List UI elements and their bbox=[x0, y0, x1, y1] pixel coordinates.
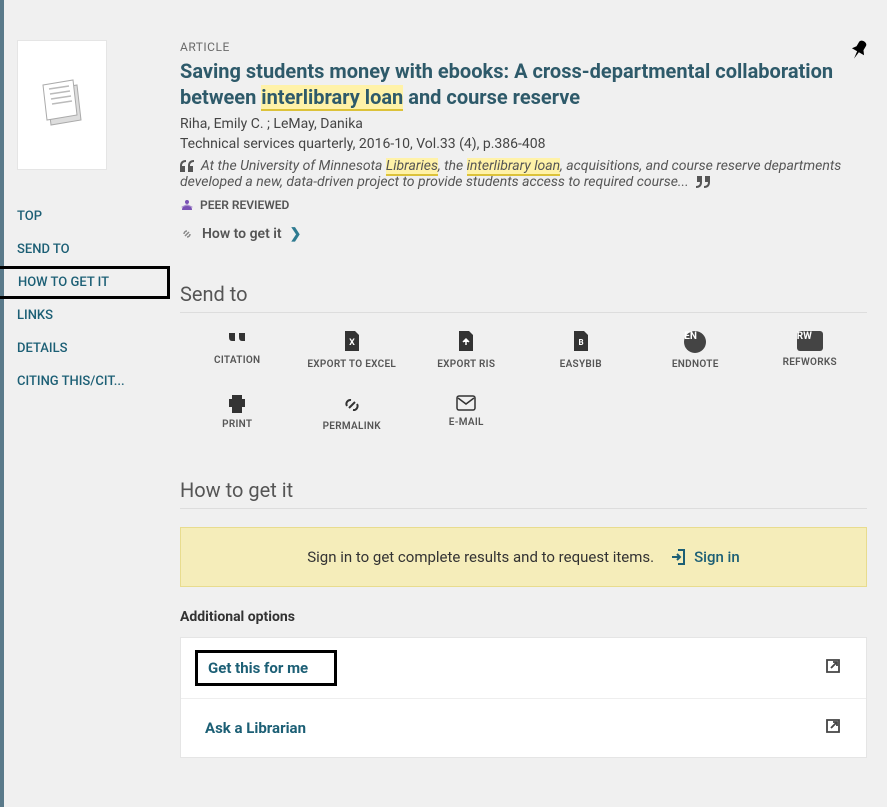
section-nav: TOP SEND TO HOW TO GET IT LINKS DETAILS … bbox=[12, 200, 170, 398]
nav-top[interactable]: TOP bbox=[12, 200, 170, 233]
send-to-heading: Send to bbox=[180, 282, 867, 313]
refworks-icon: RW bbox=[797, 331, 823, 351]
excel-icon: X bbox=[343, 331, 361, 353]
additional-options-card: Get this for me Ask a Librarian bbox=[180, 637, 867, 758]
svg-text:B: B bbox=[578, 338, 583, 347]
external-link-icon bbox=[824, 657, 842, 679]
record-source: Technical services quarterly, 2016-10, V… bbox=[180, 136, 867, 152]
banner-text: Sign in to get complete results and to r… bbox=[307, 548, 654, 566]
easybib-icon: B bbox=[572, 331, 590, 353]
link-icon bbox=[180, 227, 194, 241]
print-icon bbox=[227, 395, 247, 413]
record-snippet: At the University of Minnesota Libraries… bbox=[180, 158, 867, 190]
nav-links[interactable]: LINKS bbox=[12, 299, 170, 332]
nav-citing[interactable]: CITING THIS/CIT... bbox=[12, 365, 170, 398]
sign-in-link[interactable]: Sign in bbox=[670, 548, 740, 566]
sign-in-icon bbox=[670, 548, 688, 566]
record-thumbnail bbox=[17, 40, 107, 170]
citation-icon bbox=[227, 331, 247, 349]
send-endnote[interactable]: EN ENDNOTE bbox=[638, 331, 753, 371]
how-to-get-it-link[interactable]: How to get it ❯ bbox=[180, 226, 867, 242]
send-easybib[interactable]: B EASYBIB bbox=[524, 331, 639, 371]
document-stack-icon bbox=[37, 75, 87, 135]
nav-details[interactable]: DETAILS bbox=[12, 332, 170, 365]
ris-icon bbox=[457, 331, 475, 353]
send-citation[interactable]: CITATION bbox=[180, 331, 295, 371]
chevron-right-icon: ❯ bbox=[290, 226, 302, 242]
sign-in-banner: Sign in to get complete results and to r… bbox=[180, 527, 867, 587]
send-export-excel[interactable]: X EXPORT TO EXCEL bbox=[295, 331, 410, 371]
external-link-icon bbox=[824, 717, 842, 739]
how-to-get-it-heading: How to get it bbox=[180, 478, 867, 509]
send-export-ris[interactable]: EXPORT RIS bbox=[409, 331, 524, 371]
send-to-grid: CITATION X EXPORT TO EXCEL EXPORT RIS B … bbox=[180, 331, 867, 433]
permalink-icon bbox=[342, 395, 362, 415]
send-permalink[interactable]: PERMALINK bbox=[295, 395, 410, 433]
option-get-this[interactable]: Get this for me bbox=[181, 638, 866, 699]
record-authors: Riha, Emily C. ; LeMay, Danika bbox=[180, 116, 867, 132]
record-type: ARTICLE bbox=[180, 40, 867, 54]
record-title: Saving students money with ebooks: A cro… bbox=[180, 58, 867, 110]
send-print[interactable]: PRINT bbox=[180, 395, 295, 433]
quote-close-icon bbox=[696, 176, 710, 188]
title-highlight: interlibrary loan bbox=[261, 85, 403, 111]
option-ask-librarian[interactable]: Ask a Librarian bbox=[181, 699, 866, 757]
nav-how-to-get[interactable]: HOW TO GET IT bbox=[0, 266, 170, 299]
nav-send-to[interactable]: SEND TO bbox=[12, 233, 170, 266]
additional-options-heading: Additional options bbox=[180, 609, 867, 625]
email-icon bbox=[456, 395, 476, 411]
send-refworks[interactable]: RW REFWORKS bbox=[753, 331, 868, 371]
peer-reviewed-badge: PEER REVIEWED bbox=[180, 198, 867, 212]
endnote-icon: EN bbox=[684, 331, 706, 353]
peer-reviewed-icon bbox=[180, 198, 194, 212]
pin-icon[interactable] bbox=[851, 40, 867, 65]
send-email[interactable]: E-MAIL bbox=[409, 395, 524, 433]
svg-text:X: X bbox=[349, 338, 355, 348]
quote-open-icon bbox=[180, 160, 194, 172]
